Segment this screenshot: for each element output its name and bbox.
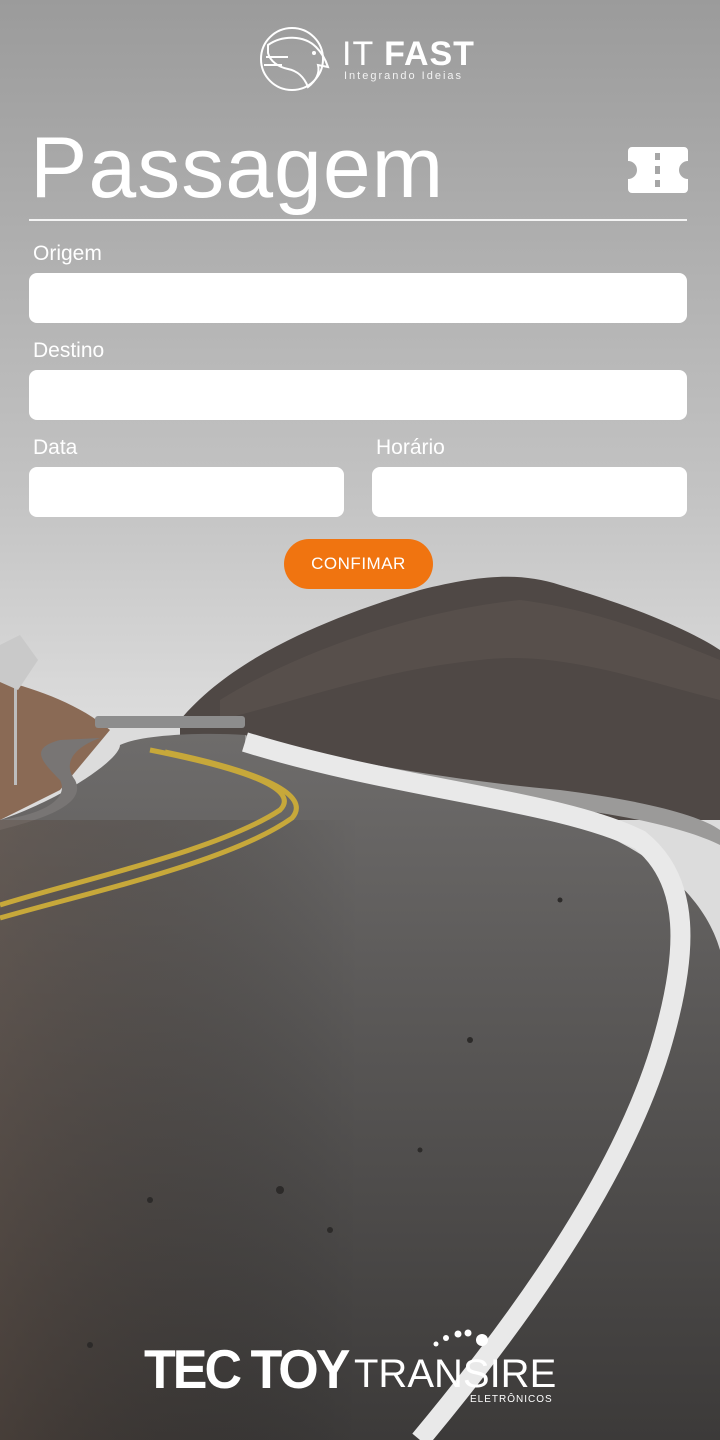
destination-input[interactable] — [29, 370, 687, 420]
origin-label: Origem — [33, 242, 102, 265]
tectoy-logo: TEC TOY — [144, 1339, 350, 1401]
time-input[interactable] — [372, 467, 687, 517]
ticket-icon — [628, 147, 688, 193]
logo-tagline: Integrando Ideias — [344, 70, 464, 82]
destination-label: Destino — [33, 339, 105, 362]
itfast-logo: IT FAST Integrando Ideias — [258, 27, 474, 93]
transire-subtitle: ELETRÔNICOS — [470, 1394, 553, 1405]
date-input[interactable] — [29, 467, 344, 517]
app-screen: IT FAST Integrando Ideias Passagem Orige… — [0, 0, 720, 1440]
page-title: Passagem — [30, 120, 445, 216]
eagle-icon — [260, 27, 330, 91]
confirm-button[interactable]: CONFIMAR — [284, 539, 433, 589]
date-label: Data — [33, 436, 78, 459]
transire-logo: TRANSIRE — [354, 1352, 557, 1396]
time-label: Horário — [376, 436, 445, 459]
transire-dots-icon — [433, 1329, 488, 1347]
logo-brand: IT FAST — [342, 35, 475, 73]
title-divider — [29, 219, 687, 221]
origin-input[interactable] — [29, 273, 687, 323]
